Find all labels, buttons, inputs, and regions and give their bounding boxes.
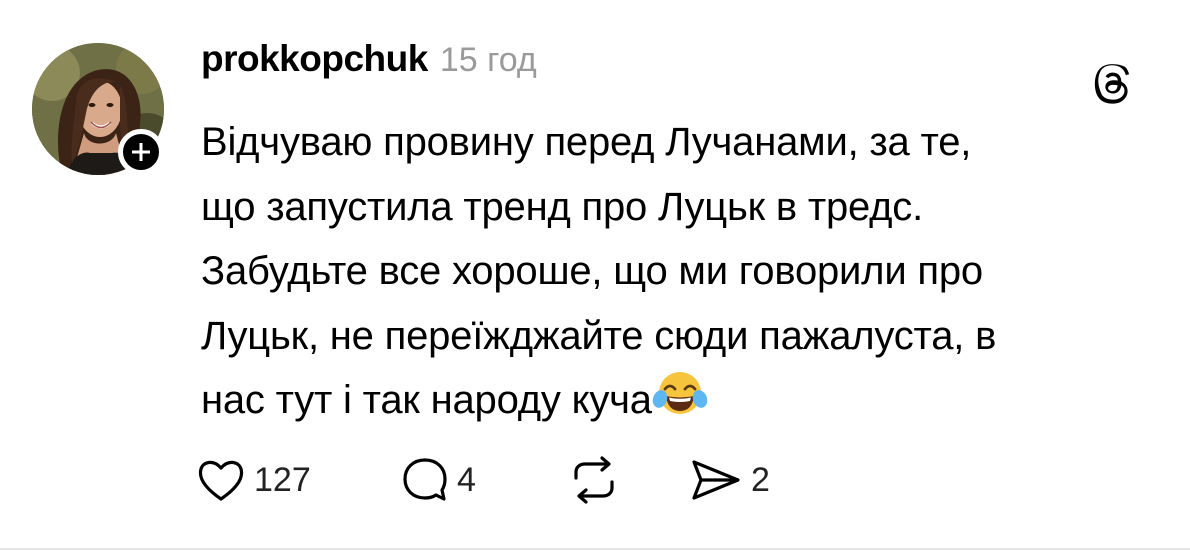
heart-icon — [198, 460, 244, 501]
post-text: Відчуваю провину перед Лучанами, за те, … — [201, 110, 1161, 433]
post-text-line: Відчуваю провину перед Лучанами, за те, — [201, 120, 972, 164]
post-text-line-last: нас тут і так народу куча — [201, 368, 1161, 433]
like-count: 127 — [254, 460, 311, 499]
like-button[interactable]: 127 — [196, 450, 311, 510]
post-text-line: що запустила тренд про Луцьк в тредс. — [201, 184, 924, 229]
post-text-line: Луцьк, не переїжджайте сюди пажалуста, в — [201, 313, 997, 358]
threads-logo[interactable] — [1092, 63, 1136, 107]
avatar-container[interactable] — [32, 43, 164, 175]
post-text-line: нас тут і так народу куча — [201, 378, 652, 422]
tears-of-joy-emoji-icon — [652, 372, 708, 414]
share-count: 2 — [751, 460, 770, 499]
reply-button[interactable]: 4 — [401, 450, 476, 510]
send-icon — [692, 460, 740, 500]
repost-icon — [574, 456, 614, 504]
reply-count: 4 — [457, 460, 476, 499]
plus-icon — [132, 143, 150, 161]
post-header: prokkopchuk 15 год — [201, 38, 537, 88]
follow-button[interactable] — [118, 129, 164, 175]
repost-button[interactable] — [566, 450, 622, 510]
post-time: 15 год — [439, 41, 537, 79]
username[interactable]: prokkopchuk — [201, 38, 428, 80]
threads-post: prokkopchuk 15 год Відчуваю провину пере… — [0, 0, 1190, 548]
share-button[interactable]: 2 — [689, 450, 770, 510]
post-text-line: Забудьте все хороше, що ми говорили про — [201, 249, 983, 293]
speech-bubble-icon — [403, 458, 447, 501]
divider — [0, 548, 1190, 550]
post-actions: 127 4 2 — [196, 450, 896, 510]
